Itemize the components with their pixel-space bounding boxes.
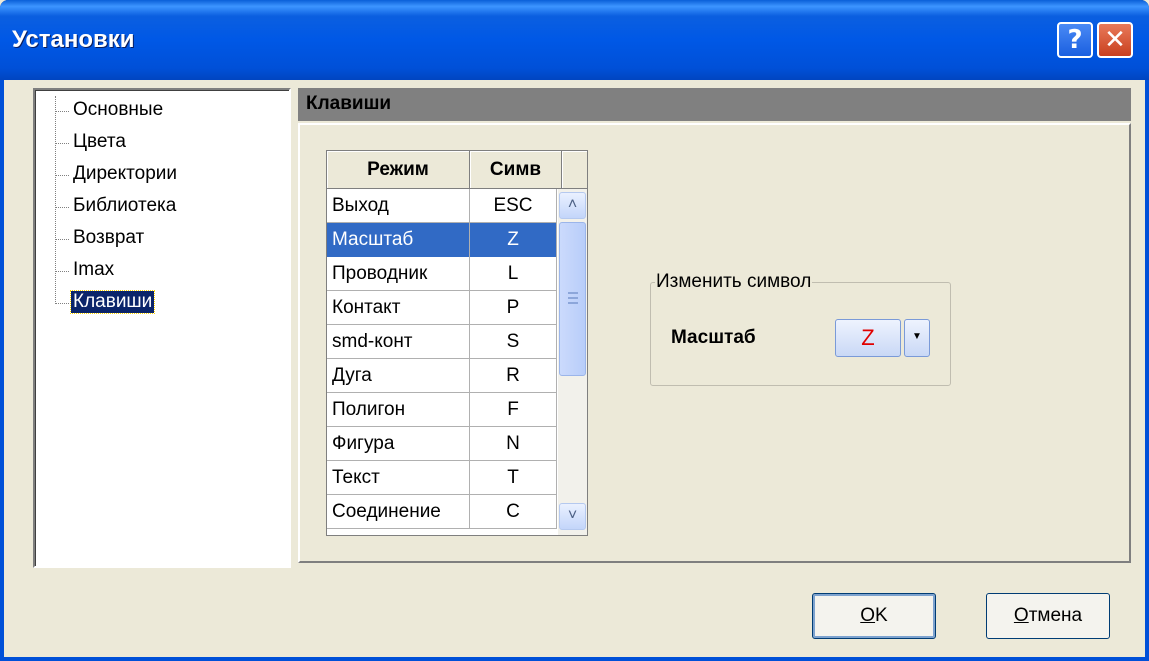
tree-item-label: Директории	[73, 163, 177, 184]
table-row[interactable]: Соединение C	[327, 495, 557, 529]
tree-branch	[55, 175, 69, 176]
grip-icon	[568, 292, 578, 304]
title-bar[interactable]: Установки ? ✕	[0, 0, 1149, 80]
change-symbol-group: Изменить символ Масштаб Z ▼	[650, 271, 951, 386]
table-row[interactable]: Текст T	[327, 461, 557, 495]
chevron-down-icon: ˅	[567, 507, 578, 524]
tree-branch	[55, 111, 69, 112]
tree-branch	[55, 143, 69, 144]
window-frame-right	[1145, 80, 1149, 661]
mode-cell: Контакт	[327, 291, 470, 325]
tree-item-label: Imax	[73, 259, 115, 280]
column-header-spacer	[562, 151, 587, 189]
table-row[interactable]: Выход ESC	[327, 189, 557, 223]
ok-label: K	[875, 605, 888, 626]
mode-cell: Полигон	[327, 393, 470, 427]
tree-item-label: Цвета	[73, 131, 126, 152]
table-scrollbar[interactable]: ˄ ˅	[558, 189, 587, 535]
close-button[interactable]: ✕	[1097, 22, 1133, 58]
mode-cell: smd-конт	[327, 325, 470, 359]
help-button[interactable]: ?	[1057, 22, 1093, 58]
symbol-cell: F	[470, 393, 557, 427]
symbol-value-button[interactable]: Z	[835, 319, 901, 357]
mode-cell: Проводник	[327, 257, 470, 291]
chevron-up-icon: ˄	[567, 196, 578, 213]
window-frame-bottom	[0, 657, 1149, 661]
settings-dialog: Установки ? ✕ Основные Цвета Директории …	[0, 0, 1149, 661]
window-title: Установки	[12, 26, 135, 53]
table-row[interactable]: Проводник L	[327, 257, 557, 291]
mode-cell: Текст	[327, 461, 470, 495]
ok-button[interactable]: OK	[812, 593, 936, 639]
symbol-cell: Z	[470, 223, 557, 257]
mode-cell: Соединение	[327, 495, 470, 529]
symbol-cell: P	[470, 291, 557, 325]
ok-accel: O	[860, 605, 876, 626]
tree-branch	[55, 303, 69, 304]
tree-item-label: Возврат	[73, 227, 145, 248]
mode-cell: Фигура	[327, 427, 470, 461]
symbol-dropdown-button[interactable]: ▼	[904, 319, 930, 357]
symbol-cell: ESC	[470, 189, 557, 223]
mode-cell: Масштаб	[327, 223, 470, 257]
cancel-label: тмена	[1028, 605, 1083, 626]
symbol-cell: L	[470, 257, 557, 291]
scroll-down-button[interactable]: ˅	[559, 503, 586, 530]
scroll-up-button[interactable]: ˄	[559, 192, 586, 219]
column-header-symbol[interactable]: Симв	[470, 151, 562, 189]
symbol-cell: T	[470, 461, 557, 495]
tree-branch	[55, 239, 69, 240]
table-row[interactable]: Контакт P	[327, 291, 557, 325]
table-row[interactable]: smd-конт S	[327, 325, 557, 359]
table-row[interactable]: Фигура N	[327, 427, 557, 461]
tree-item-label: Основные	[73, 99, 164, 120]
tree-item-label: Клавиши	[69, 290, 156, 314]
settings-tree[interactable]: Основные Цвета Директории Библиотека Воз…	[33, 88, 291, 568]
table-row[interactable]: Масштаб Z	[327, 223, 557, 257]
dialog-client-area: Основные Цвета Директории Библиотека Воз…	[4, 80, 1145, 657]
symbol-cell: N	[470, 427, 557, 461]
symbol-cell: R	[470, 359, 557, 393]
help-icon: ?	[1067, 25, 1083, 55]
panel-header: Клавиши	[298, 88, 1131, 121]
close-icon: ✕	[1104, 25, 1126, 55]
selected-mode-label: Масштаб	[671, 327, 756, 348]
scroll-thumb[interactable]	[559, 222, 586, 376]
table-row[interactable]: Дуга R	[327, 359, 557, 393]
symbol-cell: C	[470, 495, 557, 529]
group-title: Изменить символ	[655, 271, 813, 293]
symbol-cell: S	[470, 325, 557, 359]
tree-item-label: Библиотека	[73, 195, 177, 216]
column-header-mode[interactable]: Режим	[327, 151, 470, 189]
tree-branch	[55, 207, 69, 208]
cancel-button[interactable]: Отмена	[986, 593, 1110, 639]
mode-cell: Дуга	[327, 359, 470, 393]
panel-title: Клавиши	[306, 93, 392, 114]
dropdown-arrow-icon: ▼	[912, 331, 922, 342]
tree-branch	[55, 271, 69, 272]
keys-table[interactable]: Режим Симв Выход ESC Масштаб Z Проводник…	[326, 150, 588, 536]
mode-cell: Выход	[327, 189, 470, 223]
table-row[interactable]: Полигон F	[327, 393, 557, 427]
cancel-accel: О	[1013, 605, 1029, 626]
